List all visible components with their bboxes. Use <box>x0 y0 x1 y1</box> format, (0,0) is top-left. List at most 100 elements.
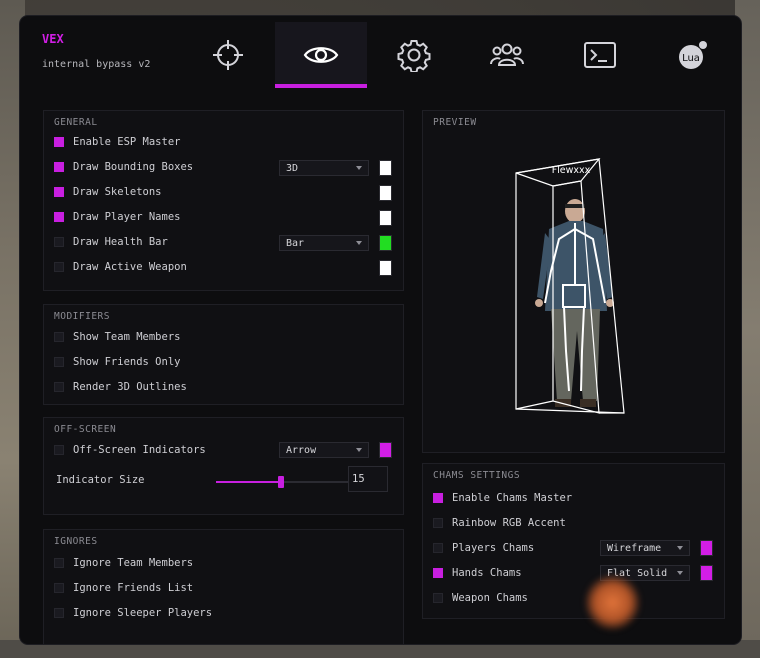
chevron-down-icon <box>677 571 683 575</box>
checkbox[interactable] <box>54 445 64 455</box>
checkbox-label: Draw Health Bar <box>73 236 168 248</box>
players-chams-toggle[interactable]: Players Chams <box>433 541 534 555</box>
checkbox-label: Hands Chams <box>452 567 522 579</box>
chevron-down-icon <box>677 546 683 550</box>
checkbox[interactable] <box>54 382 64 392</box>
users-icon <box>490 43 524 66</box>
hands-chams-toggle[interactable]: Hands Chams <box>433 566 522 580</box>
player-preview: Flewxxx <box>515 158 625 414</box>
checkbox[interactable] <box>433 543 443 553</box>
checkbox-label: Rainbow RGB Accent <box>452 517 566 529</box>
health-bar-color-swatch[interactable] <box>379 235 392 251</box>
tab-visuals[interactable] <box>275 22 367 88</box>
checkbox[interactable] <box>433 518 443 528</box>
checkbox[interactable] <box>54 237 64 247</box>
player-name-color-swatch[interactable] <box>379 210 392 226</box>
checkbox[interactable] <box>54 608 64 618</box>
players-chams-color-swatch[interactable] <box>700 540 713 556</box>
hands-chams-color-swatch[interactable] <box>700 565 713 581</box>
draw-skeletons-toggle[interactable]: Draw Skeletons <box>54 185 162 199</box>
checkbox-label: Draw Player Names <box>73 211 181 223</box>
checkbox[interactable] <box>433 593 443 603</box>
checkbox-label: Weapon Chams <box>452 592 528 604</box>
select-value: 3D <box>286 162 299 174</box>
render-3d-outlines-toggle[interactable]: Render 3D Outlines <box>54 380 187 394</box>
brand-subtitle: internal bypass v2 <box>42 59 151 70</box>
draw-health-bar-toggle[interactable]: Draw Health Bar <box>54 235 168 249</box>
checkbox-label: Players Chams <box>452 542 535 554</box>
checkbox-label: Render 3D Outlines <box>73 381 187 393</box>
checkbox-label: Ignore Team Members <box>73 557 194 569</box>
draw-active-weapon-toggle[interactable]: Draw Active Weapon <box>54 260 187 274</box>
checkbox-label: Show Team Members <box>73 331 181 343</box>
checkbox[interactable] <box>433 568 443 578</box>
header: VEX internal bypass v2 Lua <box>20 16 741 88</box>
checkbox-label: Enable Chams Master <box>452 492 573 504</box>
show-friends-only-toggle[interactable]: Show Friends Only <box>54 355 180 369</box>
show-team-members-toggle[interactable]: Show Team Members <box>54 330 180 344</box>
chevron-down-icon <box>356 166 362 170</box>
cheat-menu-window: VEX internal bypass v2 Lua GENERAL Enabl… <box>20 16 741 644</box>
checkbox[interactable] <box>54 558 64 568</box>
checkbox[interactable] <box>54 137 64 147</box>
panel-title: CHAMS SETTINGS <box>433 470 521 481</box>
rainbow-rgb-accent-toggle[interactable]: Rainbow RGB Accent <box>433 516 566 530</box>
draw-bounding-boxes-toggle[interactable]: Draw Bounding Boxes <box>54 160 193 174</box>
background-glow <box>585 575 640 630</box>
weapon-color-swatch[interactable] <box>379 260 392 276</box>
ignore-friends-list-toggle[interactable]: Ignore Friends List <box>54 581 193 595</box>
skeleton-color-swatch[interactable] <box>379 185 392 201</box>
weapon-chams-toggle[interactable]: Weapon Chams <box>433 591 528 605</box>
checkbox[interactable] <box>54 332 64 342</box>
bounding-box-color-swatch[interactable] <box>379 160 392 176</box>
tab-console[interactable] <box>554 22 646 88</box>
indicator-style-select[interactable]: Arrow <box>279 442 369 458</box>
select-value: Arrow <box>286 444 317 456</box>
lua-icon: Lua <box>679 41 707 69</box>
enable-esp-master-toggle[interactable]: Enable ESP Master <box>54 135 180 149</box>
indicator-color-swatch[interactable] <box>379 442 392 458</box>
checkbox[interactable] <box>433 493 443 503</box>
indicator-size-label: Indicator Size <box>56 474 145 486</box>
crosshair-icon <box>213 40 243 70</box>
checkbox-label: Draw Bounding Boxes <box>73 161 194 173</box>
gear-icon <box>397 40 431 72</box>
indicator-size-value[interactable]: 15 <box>348 466 388 492</box>
ignore-sleeper-players-toggle[interactable]: Ignore Sleeper Players <box>54 606 212 620</box>
select-value: Bar <box>286 237 305 249</box>
chevron-down-icon <box>356 241 362 245</box>
checkbox[interactable] <box>54 583 64 593</box>
indicator-size-slider[interactable] <box>216 476 368 488</box>
panel-title: OFF-SCREEN <box>54 424 117 435</box>
tab-lua[interactable]: Lua <box>647 22 739 88</box>
bounding-box-style-select[interactable]: 3D <box>279 160 369 176</box>
tab-players[interactable] <box>461 22 553 88</box>
checkbox[interactable] <box>54 187 64 197</box>
checkbox[interactable] <box>54 212 64 222</box>
checkbox[interactable] <box>54 162 64 172</box>
slider-fill <box>216 481 282 483</box>
slider-handle[interactable] <box>278 476 285 488</box>
checkbox-label: Off-Screen Indicators <box>73 444 206 456</box>
checkbox-label: Ignore Sleeper Players <box>73 607 213 619</box>
ignores-panel: IGNORES Ignore Team Members Ignore Frien… <box>43 529 404 644</box>
panel-title: IGNORES <box>54 536 98 547</box>
players-chams-style-select[interactable]: Wireframe <box>600 540 690 556</box>
offscreen-indicators-toggle[interactable]: Off-Screen Indicators <box>54 443 206 457</box>
terminal-icon <box>584 42 616 68</box>
tab-settings[interactable] <box>368 22 460 88</box>
ignore-team-members-toggle[interactable]: Ignore Team Members <box>54 556 193 570</box>
checkbox-label: Draw Active Weapon <box>73 261 187 273</box>
lua-label: Lua <box>682 53 700 64</box>
checkbox[interactable] <box>54 262 64 272</box>
draw-player-names-toggle[interactable]: Draw Player Names <box>54 210 180 224</box>
eye-icon <box>303 47 339 63</box>
health-bar-style-select[interactable]: Bar <box>279 235 369 251</box>
panel-title: GENERAL <box>54 117 98 128</box>
tab-aimbot[interactable] <box>182 22 274 88</box>
checkbox-label: Show Friends Only <box>73 356 181 368</box>
checkbox[interactable] <box>54 357 64 367</box>
enable-chams-master-toggle[interactable]: Enable Chams Master <box>433 491 572 505</box>
checkbox-label: Enable ESP Master <box>73 136 181 148</box>
checkbox-label: Ignore Friends List <box>73 582 194 594</box>
